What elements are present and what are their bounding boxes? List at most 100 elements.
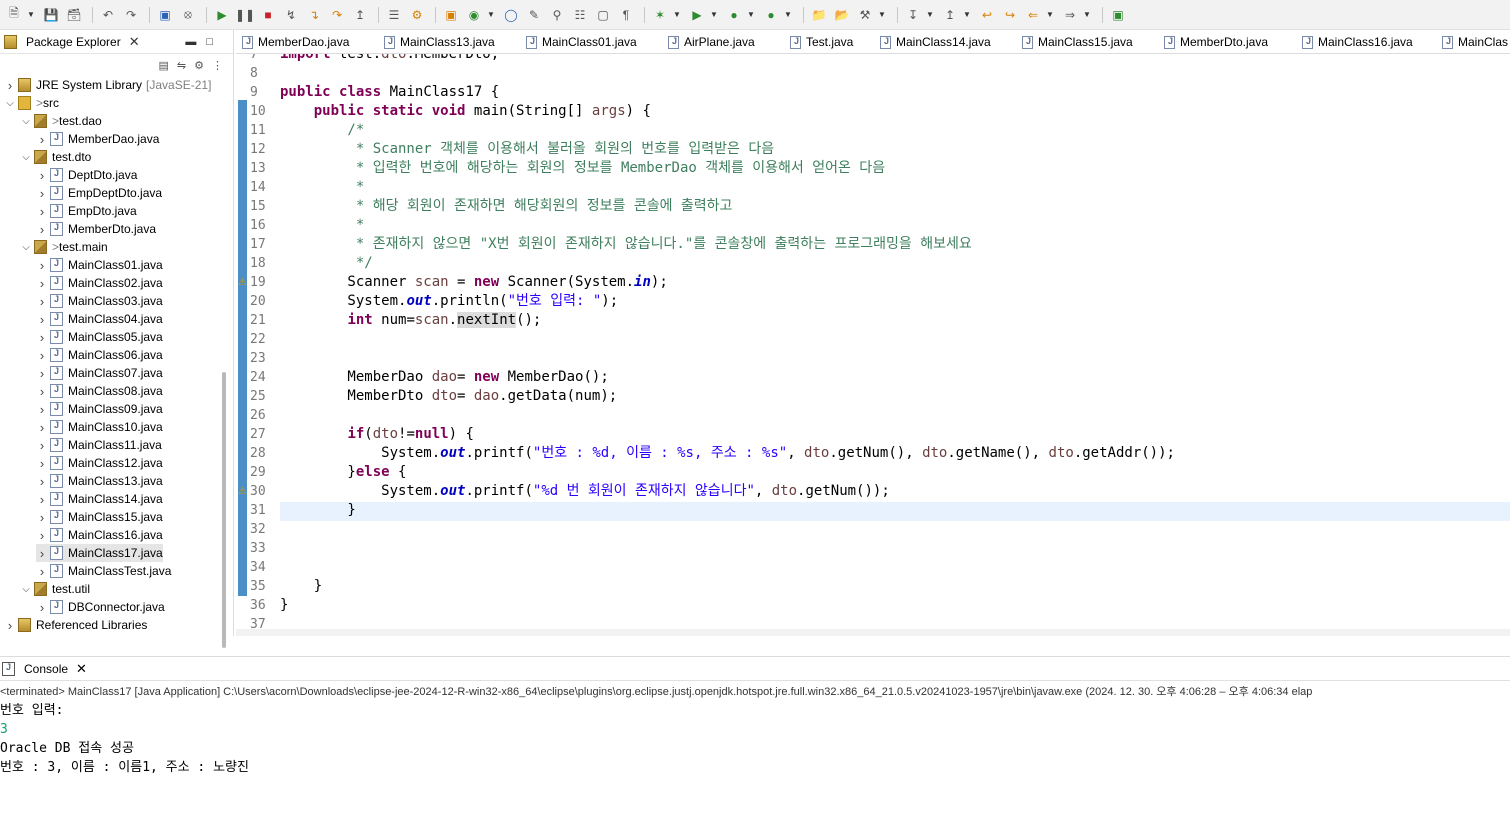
open-perspective-icon[interactable]: ▣ [1108, 5, 1128, 25]
new-dropdown-icon[interactable]: ▼ [27, 5, 35, 25]
chevron-down-icon[interactable]: ⌵ [20, 242, 32, 253]
chevron-right-icon[interactable]: › [36, 186, 48, 201]
chevron-right-icon[interactable]: › [36, 510, 48, 525]
tree-item-referenced-libraries[interactable]: › Referenced Libraries [4, 616, 148, 634]
chevron-right-icon[interactable]: › [36, 312, 48, 327]
minimize-maximize-icon[interactable]: ▬□ [185, 36, 223, 48]
warning-icon[interactable]: ⚠ [238, 277, 250, 289]
tree-item-test-dao[interactable]: ⌵ > test.dao [20, 112, 102, 130]
tree-item-mainclass13-java[interactable]: › MainClass13.java [36, 472, 163, 490]
tree-item-mainclass12-java[interactable]: › MainClass12.java [36, 454, 163, 472]
editor-tab[interactable]: MemberDto.java [1164, 30, 1268, 53]
chevron-right-icon[interactable]: › [36, 204, 48, 219]
tree-item-deptdto-java[interactable]: › DeptDto.java [36, 166, 138, 184]
tree-item-memberdto-java[interactable]: › MemberDto.java [36, 220, 156, 238]
tree-item-mainclass16-java[interactable]: › MainClass16.java [36, 526, 163, 544]
show-whitespace-icon[interactable]: ☷ [570, 5, 590, 25]
editor-tab[interactable]: MainClass14.java [880, 30, 991, 53]
package-explorer-tab[interactable]: Package Explorer ✕ ▬□ [0, 30, 233, 54]
tree-item-mainclass14-java[interactable]: › MainClass14.java [36, 490, 163, 508]
chevron-right-icon[interactable]: › [36, 168, 48, 183]
package-explorer-scrollbar[interactable] [222, 372, 226, 648]
new-class-icon[interactable]: ◉ [464, 5, 484, 25]
editor-tab[interactable]: Test.java [790, 30, 853, 53]
forward-dropdown-icon[interactable]: ▼ [1083, 5, 1091, 25]
prev-annotation-icon[interactable]: ↥ [940, 5, 960, 25]
tree-item-mainclass03-java[interactable]: › MainClass03.java [36, 292, 163, 310]
chevron-right-icon[interactable]: › [36, 420, 48, 435]
tree-item-mainclass10-java[interactable]: › MainClass10.java [36, 418, 163, 436]
chevron-right-icon[interactable]: › [36, 294, 48, 309]
chevron-right-icon[interactable]: › [36, 258, 48, 273]
editor-horizontal-scrollbar[interactable] [236, 629, 1510, 636]
suspend-icon[interactable]: ❚❚ [235, 5, 255, 25]
server-dropdown-icon[interactable]: ▼ [784, 5, 792, 25]
prev-annotation-dropdown-icon[interactable]: ▼ [963, 5, 971, 25]
open-folder-icon[interactable]: 📂 [832, 5, 852, 25]
next-annotation-dropdown-icon[interactable]: ▼ [926, 5, 934, 25]
tree-item-mainclass01-java[interactable]: › MainClass01.java [36, 256, 163, 274]
step-over-icon[interactable]: ↷ [327, 5, 347, 25]
chevron-right-icon[interactable]: › [36, 276, 48, 291]
forward-edit-icon[interactable]: ↪ [1000, 5, 1020, 25]
editor-tab[interactable]: AirPlane.java [668, 30, 755, 53]
chevron-down-icon[interactable]: ⌵ [20, 116, 32, 127]
chevron-right-icon[interactable]: › [4, 78, 16, 93]
tree-item-test-util[interactable]: ⌵ test.util [20, 580, 90, 598]
step-into-icon[interactable]: ↴ [304, 5, 324, 25]
editor-tab[interactable]: MemberDao.java [242, 30, 349, 53]
run-dropdown-icon[interactable]: ▼ [710, 5, 718, 25]
tree-item-mainclass05-java[interactable]: › MainClass05.java [36, 328, 163, 346]
tree-item-jre-system-library[interactable]: › JRE System Library [JavaSE-21] [4, 76, 212, 94]
editor-tab[interactable]: MainClass13.java [384, 30, 495, 53]
chevron-right-icon[interactable]: › [36, 132, 48, 147]
tree-item-mainclass11-java[interactable]: › MainClass11.java [36, 436, 162, 454]
code-editor[interactable]: 7 import test.dto.MemberDto; 8 9 public clas… [236, 54, 1510, 636]
tree-item-mainclass09-java[interactable]: › MainClass09.java [36, 400, 163, 418]
chevron-down-icon[interactable]: ⌵ [20, 152, 32, 163]
run-icon[interactable]: ▶ [687, 5, 707, 25]
chevron-right-icon[interactable]: › [36, 528, 48, 543]
close-icon[interactable]: ✕ [76, 661, 87, 677]
chevron-right-icon[interactable]: › [36, 492, 48, 507]
next-annotation-icon[interactable]: ↧ [903, 5, 923, 25]
disconnect-icon[interactable]: ↯ [281, 5, 301, 25]
chevron-right-icon[interactable]: › [36, 366, 48, 381]
link-with-editor-icon[interactable]: ⇋ [177, 59, 186, 72]
new-class-dropdown-icon[interactable]: ▼ [487, 5, 495, 25]
tree-item-mainclasstest-java[interactable]: › MainClassTest.java [36, 562, 172, 580]
tree-item-test-main[interactable]: ⌵ > test.main [20, 238, 108, 256]
chevron-down-icon[interactable]: ⌵ [4, 98, 16, 109]
tree-item-src[interactable]: ⌵ > src [4, 94, 59, 112]
chevron-right-icon[interactable]: › [36, 330, 48, 345]
redo-icon[interactable]: ↷ [121, 5, 141, 25]
last-edit-icon[interactable]: ↩ [977, 5, 997, 25]
tree-item-dbconnector-java[interactable]: › DBConnector.java [36, 598, 165, 616]
new-server-run-icon[interactable]: ● [761, 5, 781, 25]
annotation-edit-icon[interactable]: ✎ [524, 5, 544, 25]
pilcrow-icon[interactable]: ¶ [616, 5, 636, 25]
chevron-right-icon[interactable]: › [36, 402, 48, 417]
skip-breakpoints-icon[interactable]: ⦻ [178, 5, 198, 25]
chevron-right-icon[interactable]: › [36, 564, 48, 579]
chevron-right-icon[interactable]: › [36, 546, 48, 561]
chevron-right-icon[interactable]: › [36, 438, 48, 453]
new-java-project-icon[interactable]: 📁 [809, 5, 829, 25]
debug-icon[interactable]: ✶ [650, 5, 670, 25]
chevron-right-icon[interactable]: › [4, 618, 16, 633]
console-tab[interactable]: Console ✕ [0, 657, 1510, 681]
run-external-icon[interactable]: ● [724, 5, 744, 25]
debug-dropdown-icon[interactable]: ▼ [673, 5, 681, 25]
tree-item-mainclass08-java[interactable]: › MainClass08.java [36, 382, 163, 400]
block-selection-icon[interactable]: ▢ [593, 5, 613, 25]
tree-item-mainclass02-java[interactable]: › MainClass02.java [36, 274, 163, 292]
tree-item-memberdao-java[interactable]: › MemberDao.java [36, 130, 160, 148]
run-external-dropdown-icon[interactable]: ▼ [747, 5, 755, 25]
collapse-all-icon[interactable]: ▤ [159, 59, 169, 72]
save-icon[interactable]: 💾 [41, 5, 61, 25]
tool-dropdown-icon[interactable]: ▼ [878, 5, 886, 25]
new-package-icon[interactable]: ▣ [441, 5, 461, 25]
chevron-right-icon[interactable]: › [36, 600, 48, 615]
tree-item-mainclass06-java[interactable]: › MainClass06.java [36, 346, 163, 364]
tree-item-mainclass04-java[interactable]: › MainClass04.java [36, 310, 163, 328]
